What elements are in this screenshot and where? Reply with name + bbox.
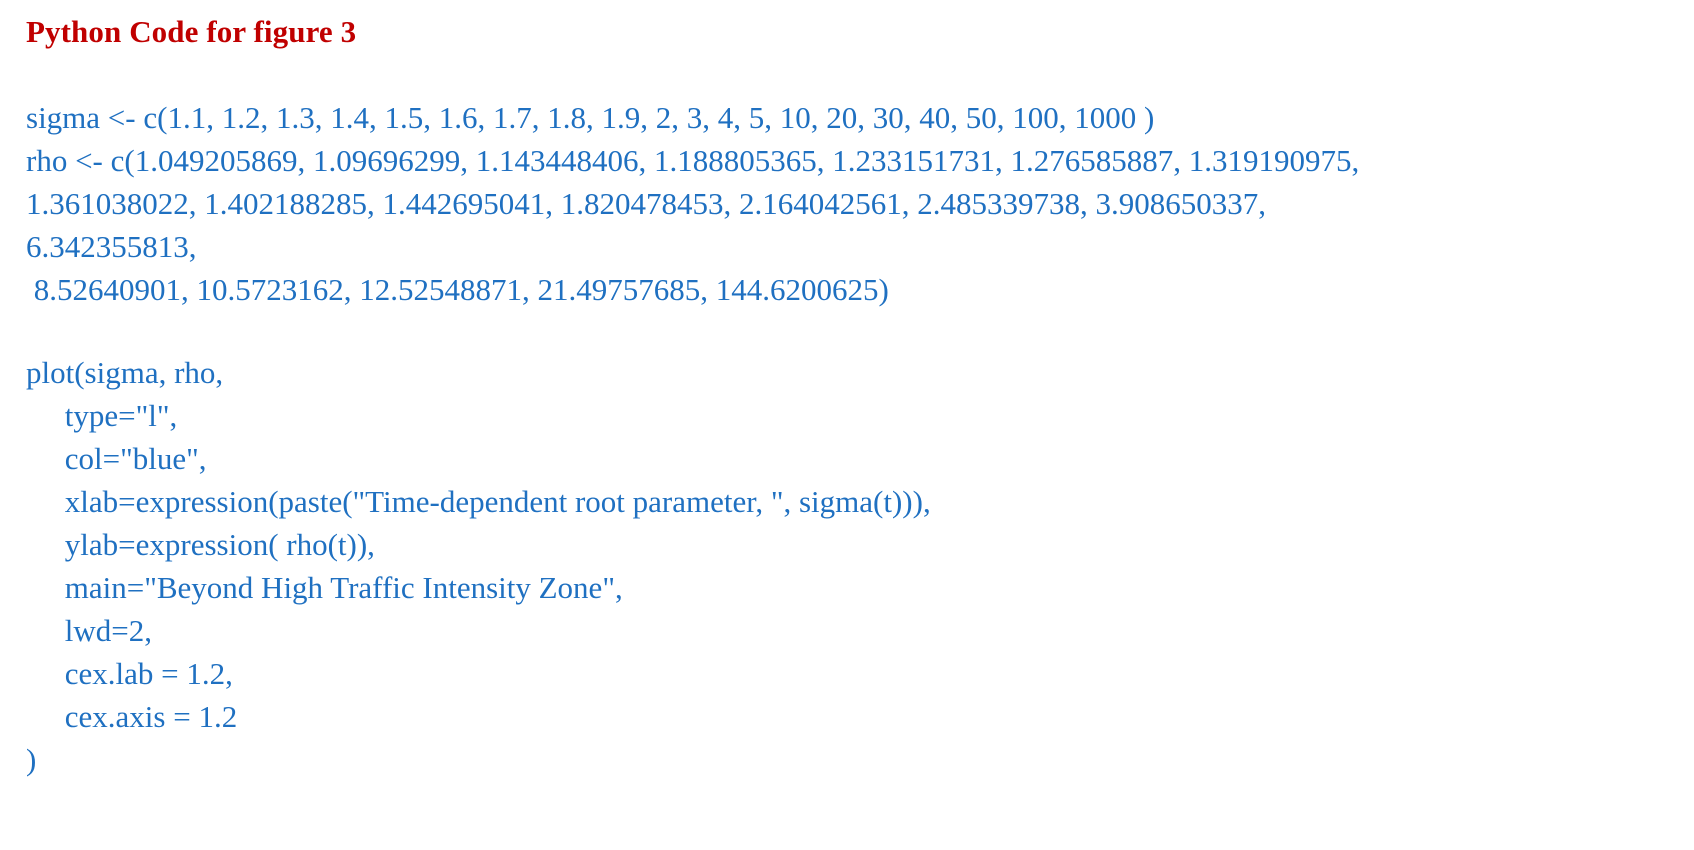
code-line-rho-part-2: 1.361038022, 1.402188285, 1.442695041, 1… bbox=[26, 186, 1266, 221]
code-line-plot-close: ) bbox=[26, 742, 37, 777]
code-line-plot-col: col="blue", bbox=[26, 441, 207, 476]
page-title: Python Code for figure 3 bbox=[26, 14, 357, 49]
code-block-rho-assignment: rho <- c(1.049205869, 1.09696299, 1.1434… bbox=[26, 139, 1694, 311]
code-line-rho-part-1: rho <- c(1.049205869, 1.09696299, 1.1434… bbox=[26, 143, 1360, 178]
code-line-plot-open: plot(sigma, rho, bbox=[26, 355, 224, 390]
code-line-plot-cex-lab: cex.lab = 1.2, bbox=[26, 656, 233, 691]
code-line-plot-cex-axis: cex.axis = 1.2 bbox=[26, 699, 238, 734]
document-page: Python Code for figure 3 sigma <- c(1.1,… bbox=[0, 0, 1694, 850]
code-line-plot-main: main="Beyond High Traffic Intensity Zone… bbox=[26, 570, 623, 605]
code-line-plot-type: type="l", bbox=[26, 398, 178, 433]
code-line-rho-part-4: 8.52640901, 10.5723162, 12.52548871, 21.… bbox=[26, 272, 889, 307]
code-line-plot-lwd: lwd=2, bbox=[26, 613, 152, 648]
code-line-plot-xlab: xlab=expression(paste("Time-dependent ro… bbox=[26, 484, 931, 519]
code-section-spacer bbox=[26, 311, 1694, 351]
code-line-plot-ylab: ylab=expression( rho(t)), bbox=[26, 527, 375, 562]
code-line-rho-part-3: 6.342355813, bbox=[26, 229, 197, 264]
code-block-plot-call: plot(sigma, rho, type="l", col="blue", x… bbox=[26, 351, 1694, 781]
code-line-sigma-assignment: sigma <- c(1.1, 1.2, 1.3, 1.4, 1.5, 1.6,… bbox=[26, 100, 1155, 135]
title-spacer bbox=[26, 54, 1694, 96]
